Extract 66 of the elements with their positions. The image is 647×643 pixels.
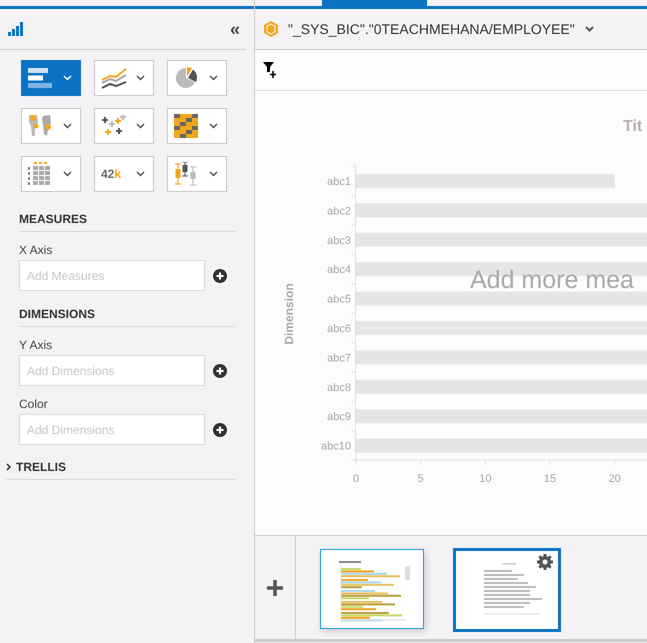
chart-type-button[interactable] (94, 108, 154, 144)
axis-label: abc2 (327, 205, 351, 218)
input-field[interactable]: Add Dimensions (19, 414, 205, 445)
settings-icon[interactable] (537, 554, 553, 570)
chevron-down-icon (136, 123, 145, 129)
placeholder-message: Add more mea (470, 266, 634, 294)
axis-label: abc5 (327, 294, 351, 306)
field-label: Y Axis (19, 338, 54, 352)
table-icon (28, 162, 52, 186)
input-field[interactable]: Add Dimensions (19, 355, 205, 386)
map-icon (28, 114, 54, 138)
axis-label: abc9 (327, 411, 351, 424)
collapse-button[interactable]: « (230, 20, 240, 38)
chart-type-button[interactable] (94, 60, 154, 96)
chevron-down-icon (209, 123, 218, 129)
plus-icon (266, 578, 284, 596)
chevron-down-icon (136, 171, 145, 177)
chart-type-button[interactable] (167, 60, 227, 96)
add-icon[interactable] (213, 422, 227, 436)
axis-label: abc6 (327, 323, 351, 335)
data-source-title: "_SYS_BIC"."0TEACHMEHANA/EMPLOYEE" (288, 21, 575, 37)
chevron-down-icon[interactable] (584, 26, 594, 32)
chevron-down-icon (63, 75, 72, 81)
field-label: X Axis (19, 243, 54, 257)
chart-type-button[interactable] (167, 156, 227, 192)
section-heading: DIMENSIONS (19, 307, 236, 327)
axis-label: 0 (352, 473, 360, 485)
axis-label: abc8 (327, 382, 351, 394)
section-heading: MEASURES (19, 212, 236, 232)
chart-type-button[interactable] (167, 108, 227, 144)
axis-label: abc7 (327, 352, 351, 364)
axis-label: abc10 (321, 440, 351, 453)
axis-label: 15 (544, 473, 556, 485)
input-field[interactable]: Add Measures (19, 260, 205, 291)
axis-label: 20 (608, 473, 621, 485)
axis-label: abc1 (327, 176, 351, 188)
add-filter-icon[interactable] (263, 62, 277, 78)
chevron-down-icon (63, 123, 72, 129)
chevron-down-icon (136, 75, 145, 81)
chart-thumbnail[interactable] (320, 549, 424, 629)
chart-type-button[interactable] (21, 60, 81, 96)
axis-label: abc3 (327, 234, 351, 247)
axis-label: 5 (418, 473, 424, 485)
bar-chart-icon (28, 67, 54, 89)
axis-label: abc4 (327, 264, 351, 276)
axis-title: Dimension (282, 283, 296, 345)
chart-title: Tit (623, 118, 642, 135)
chart-thumbnail[interactable] (453, 548, 561, 632)
chevron-down-icon (209, 171, 218, 177)
scatter-chart-icon (101, 115, 127, 137)
heatmap-icon (174, 114, 198, 138)
section-toggle[interactable]: TRELLIS (6, 460, 236, 480)
axis-label: 10 (479, 473, 492, 485)
add-icon[interactable] (213, 268, 227, 282)
chevron-down-icon (63, 171, 72, 177)
chart-icon[interactable] (8, 22, 24, 36)
box-plot-icon (174, 162, 198, 186)
pie-chart-icon (174, 67, 200, 89)
add-icon[interactable] (213, 364, 227, 378)
field-label: Color (19, 397, 49, 411)
chevron-right-icon (6, 463, 12, 471)
number-chart-icon: 42k (101, 167, 122, 181)
line-chart-icon (101, 67, 127, 89)
chart-type-button[interactable]: 42k (94, 156, 154, 192)
chevron-down-icon (209, 75, 218, 81)
cube-icon (264, 21, 278, 37)
